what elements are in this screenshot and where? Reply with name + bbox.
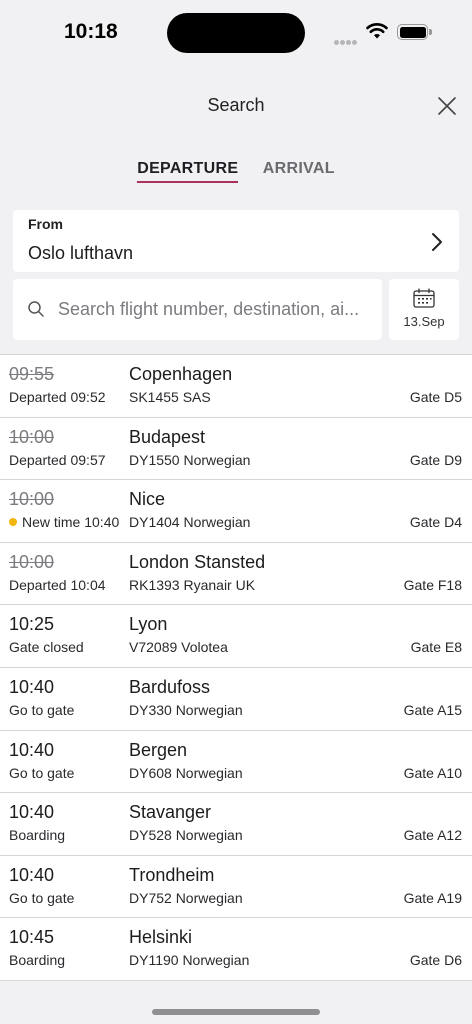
scheduled-time: 10:25 — [9, 614, 55, 635]
flight-number-airline: DY330 Norwegian — [129, 701, 243, 718]
search-input[interactable]: Search flight number, destination, ai... — [13, 279, 382, 340]
flight-number-airline: SK1455 SAS — [129, 389, 211, 405]
scheduled-time: 10:00 — [9, 489, 55, 510]
destination: Helsinki — [129, 927, 193, 948]
flight-list: 09:55 Departed 09:52 Copenhagen SK1455 S… — [0, 354, 472, 981]
gate: Gate A15 — [403, 701, 462, 718]
selected-date: 13.Sep — [403, 314, 445, 329]
from-label: From — [28, 216, 63, 232]
tab-departure[interactable]: DEPARTURE — [137, 160, 239, 183]
battery-icon — [397, 24, 432, 40]
flight-status: Departed 10:04 — [9, 576, 106, 593]
status-bar: 10:18 — [0, 0, 472, 60]
tab-arrival[interactable]: ARRIVAL — [263, 160, 335, 181]
flight-number-airline: DY528 Norwegian — [129, 827, 243, 844]
flight-row[interactable]: 10:00 Departed 10:04 London Stansted RK1… — [0, 542, 472, 606]
flight-status: Departed 09:57 — [9, 451, 106, 468]
destination: Nice — [129, 489, 166, 510]
bottom-bar — [0, 986, 472, 1024]
flight-status: New time 10:40 — [9, 514, 119, 530]
scheduled-time: 10:40 — [9, 864, 55, 885]
scheduled-time: 10:40 — [9, 676, 55, 697]
from-value: Oslo lufthavn — [28, 243, 134, 263]
gate: Gate A19 — [403, 889, 462, 906]
flight-number-airline: DY1190 Norwegian — [129, 952, 250, 969]
destination: London Stansted — [129, 551, 266, 572]
flight-row[interactable]: 10:00 Departed 09:57 Budapest DY1550 Nor… — [0, 417, 472, 481]
status-time: 10:18 — [64, 20, 118, 43]
flight-number-airline: DY752 Norwegian — [129, 889, 243, 906]
gate: Gate A10 — [403, 764, 462, 781]
search-placeholder: Search flight number, destination, ai... — [58, 299, 360, 319]
gate: Gate F18 — [403, 576, 462, 593]
page-title: Search — [207, 95, 265, 115]
flight-row[interactable]: 10:40 Go to gate Trondheim DY752 Norwegi… — [0, 855, 472, 919]
dynamic-island — [167, 13, 305, 53]
flight-status-text: New time 10:40 — [22, 514, 120, 531]
flight-number-airline: V72089 Volotea — [129, 639, 228, 656]
flight-row[interactable]: 10:00 New time 10:40 Nice DY1404 Norwegi… — [0, 480, 472, 543]
scheduled-time: 10:45 — [9, 927, 55, 948]
scheduled-time: 10:40 — [9, 739, 55, 760]
destination: Trondheim — [129, 864, 215, 885]
flight-status: Boarding — [9, 827, 66, 844]
close-icon[interactable] — [436, 95, 458, 117]
wifi-icon — [366, 23, 388, 39]
flight-status: Go to gate — [9, 889, 75, 906]
flight-row[interactable]: 10:45 Boarding Helsinki DY1190 Norwegian… — [0, 918, 472, 981]
destination: Budapest — [129, 426, 206, 447]
gate: Gate D5 — [409, 389, 462, 405]
cellular-signal-icon — [334, 32, 360, 45]
destination: Copenhagen — [129, 364, 233, 384]
flight-row[interactable]: 10:40 Boarding Stavanger DY528 Norwegian… — [0, 793, 472, 856]
home-indicator[interactable] — [152, 1009, 320, 1015]
from-airport-selector[interactable]: From Oslo lufthavn — [13, 210, 459, 272]
scheduled-time: 10:40 — [9, 802, 55, 823]
flight-row[interactable]: 10:40 Go to gate Bergen DY608 Norwegian … — [0, 730, 472, 794]
gate: Gate A12 — [403, 827, 462, 844]
flight-number-airline: RK1393 Ryanair UK — [129, 576, 256, 593]
flight-status: Departed 09:52 — [9, 389, 106, 405]
gate: Gate D6 — [409, 952, 462, 969]
calendar-icon — [413, 288, 435, 308]
scheduled-time: 09:55 — [9, 364, 55, 384]
destination: Bardufoss — [129, 676, 211, 697]
direction-tabs: DEPARTURE ARRIVAL — [0, 160, 472, 183]
scheduled-time: 10:00 — [9, 426, 55, 447]
flight-status: Gate closed — [9, 639, 84, 656]
flight-row[interactable]: 10:40 Go to gate Bardufoss DY330 Norwegi… — [0, 667, 472, 731]
flight-status: Boarding — [9, 952, 66, 969]
gate: Gate D9 — [409, 451, 462, 468]
scheduled-time: 10:00 — [9, 551, 55, 572]
flight-status: Go to gate — [9, 764, 75, 781]
destination: Lyon — [129, 614, 168, 635]
date-picker-button[interactable]: 13.Sep — [389, 279, 459, 340]
flight-number-airline: DY1404 Norwegian — [129, 514, 251, 531]
gate: Gate E8 — [410, 639, 462, 656]
flight-status: Go to gate — [9, 701, 75, 718]
status-dot-icon — [9, 518, 17, 527]
gate: Gate D4 — [409, 514, 462, 531]
destination: Bergen — [129, 739, 188, 760]
search-icon — [28, 301, 44, 317]
flight-row[interactable]: 09:55 Departed 09:52 Copenhagen SK1455 S… — [0, 355, 472, 418]
flight-row[interactable]: 10:25 Gate closed Lyon V72089 Volotea Ga… — [0, 605, 472, 668]
chevron-right-icon — [432, 233, 442, 251]
destination: Stavanger — [129, 802, 212, 823]
flight-number-airline: DY1550 Norwegian — [129, 451, 251, 468]
flight-number-airline: DY608 Norwegian — [129, 764, 243, 781]
